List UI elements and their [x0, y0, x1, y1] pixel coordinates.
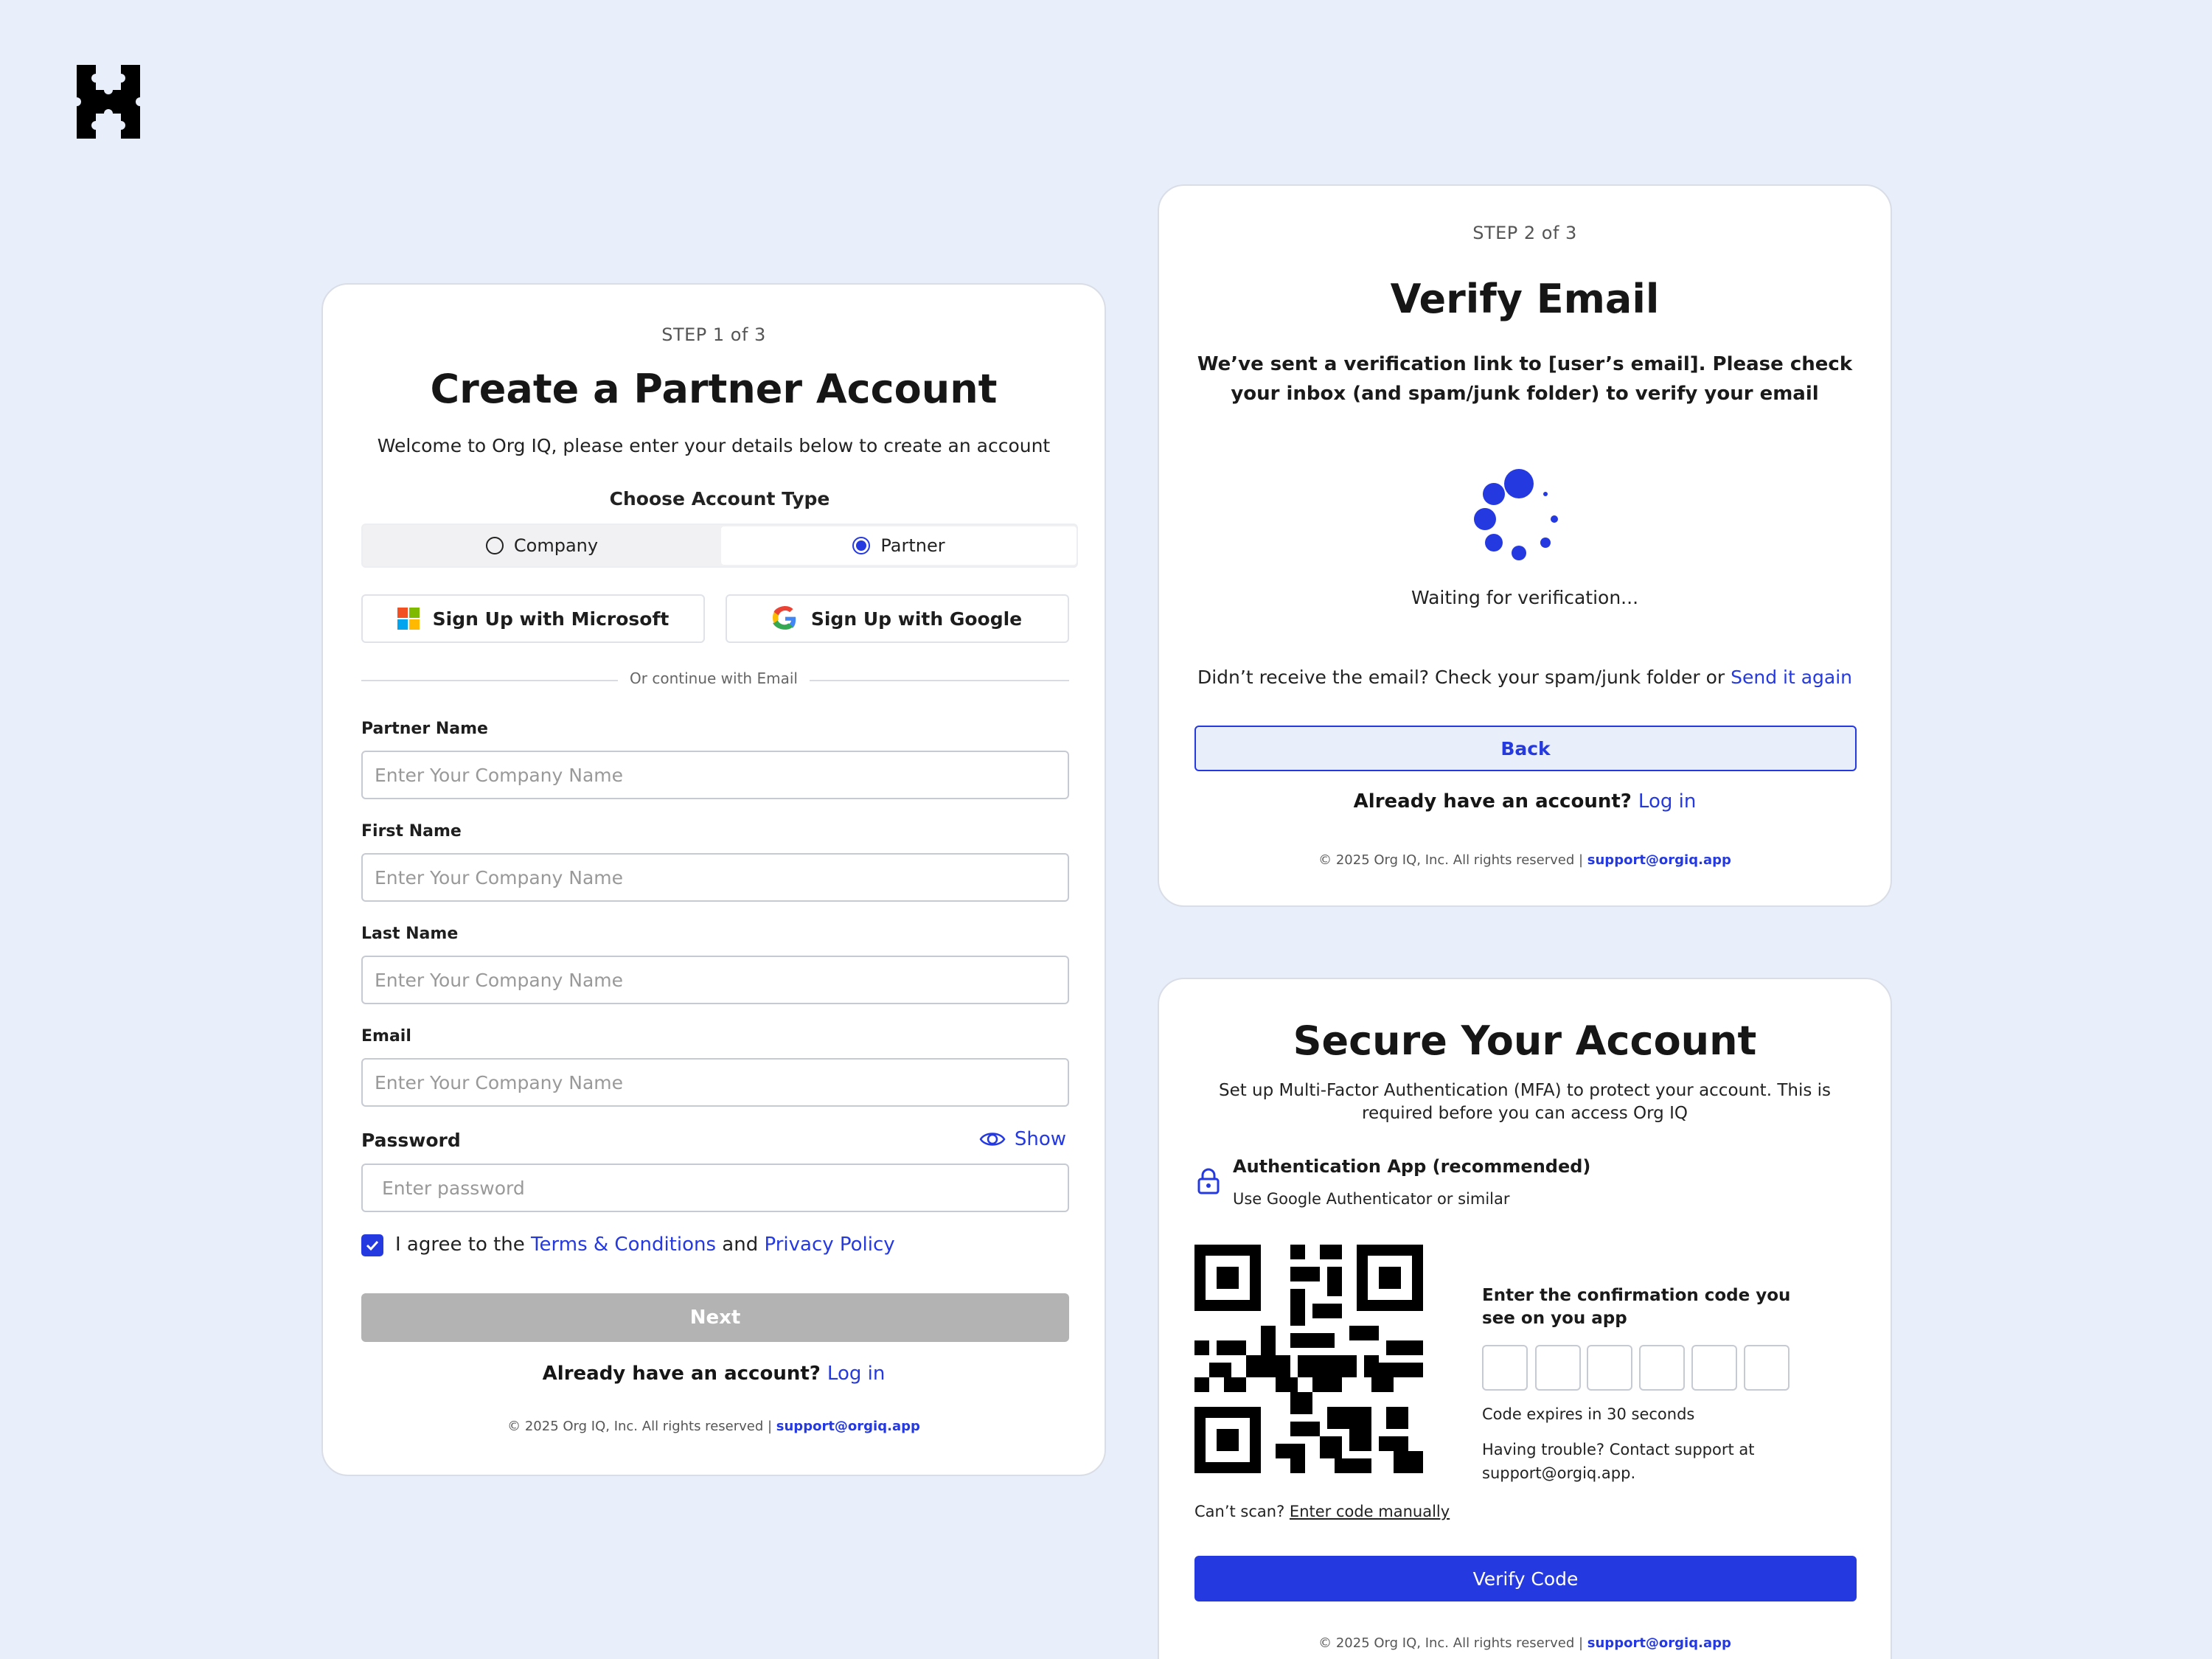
mfa-subtitle: Set up Multi-Factor Authentication (MFA)… — [1218, 1081, 1832, 1123]
partner-name-input[interactable]: Enter Your Company Name — [361, 751, 1069, 799]
footer: © 2025 Org IQ, Inc. All rights reserved … — [323, 1419, 1105, 1434]
auth-app-desc: Use Google Authenticator or similar — [1233, 1190, 1510, 1208]
send-again-link[interactable]: Send it again — [1731, 667, 1852, 688]
page-title: Create a Partner Account — [430, 366, 998, 412]
footer-copyright: © 2025 Org IQ, Inc. All rights reserved … — [507, 1419, 776, 1434]
code-digit-4[interactable] — [1639, 1345, 1685, 1391]
next-button-label: Next — [689, 1307, 741, 1329]
footer: © 2025 Org IQ, Inc. All rights reserved … — [1159, 1635, 1891, 1651]
account-type-toggle: Company Partner — [361, 524, 1078, 568]
sign-up-google-label: Sign Up with Google — [810, 608, 1023, 630]
login-prompt-text: Already have an account? — [1353, 790, 1632, 813]
terms-link[interactable]: Terms & Conditions — [531, 1234, 716, 1256]
step-indicator: STEP 2 of 3 — [1472, 223, 1577, 243]
mfa-title: Secure Your Account — [1293, 1018, 1757, 1064]
step-indicator: STEP 1 of 3 — [661, 324, 766, 345]
first-name-input[interactable]: Enter Your Company Name — [361, 853, 1069, 902]
support-email-link[interactable]: support@orgiq.app — [776, 1419, 920, 1434]
sign-up-google-button[interactable]: Sign Up with Google — [726, 594, 1069, 643]
password-show-toggle[interactable]: Show — [979, 1128, 1066, 1150]
sign-up-microsoft-button[interactable]: Sign Up with Microsoft — [361, 594, 705, 643]
password-placeholder: Enter password — [382, 1177, 525, 1199]
login-prompt: Already have an account? Log in — [323, 1363, 1105, 1385]
password-label: Password — [361, 1130, 461, 1151]
agree-checkbox[interactable] — [361, 1234, 383, 1256]
resend-text: Didn’t receive the email? Check your spa… — [1159, 667, 1891, 688]
agree-and: and — [716, 1234, 765, 1256]
partner-name-placeholder: Enter Your Company Name — [375, 764, 623, 786]
footer-copyright: © 2025 Org IQ, Inc. All rights reserved … — [1318, 1635, 1587, 1651]
password-show-label: Show — [1014, 1128, 1066, 1150]
verify-title: Verify Email — [1390, 276, 1660, 322]
page-subtitle: Welcome to Org IQ, please enter your det… — [377, 435, 1051, 456]
verify-code-button[interactable]: Verify Code — [1194, 1556, 1857, 1601]
back-button-label: Back — [1500, 737, 1551, 759]
code-prompt: Enter the confirmation code you see on y… — [1482, 1286, 1791, 1328]
auth-app-title: Authentication App (recommended) — [1233, 1156, 1591, 1177]
last-name-label: Last Name — [361, 925, 459, 943]
checkmark-icon — [366, 1240, 379, 1251]
verify-code-label: Verify Code — [1472, 1568, 1579, 1590]
divider: Or continue with Email — [323, 669, 1105, 687]
agree-text: I agree to the Terms & Conditions and Pr… — [395, 1234, 895, 1256]
account-type-label: Choose Account Type — [609, 488, 830, 509]
cant-scan-prefix: Can’t scan? — [1194, 1503, 1290, 1520]
code-digit-3[interactable] — [1587, 1345, 1632, 1391]
privacy-link[interactable]: Privacy Policy — [765, 1234, 895, 1256]
account-type-partner[interactable]: Partner — [721, 526, 1077, 565]
footer-copyright: © 2025 Org IQ, Inc. All rights reserved … — [1318, 852, 1587, 868]
login-link[interactable]: Log in — [827, 1363, 885, 1385]
last-name-placeholder: Enter Your Company Name — [375, 969, 623, 991]
account-type-company-label: Company — [513, 535, 599, 556]
support-email-link[interactable]: support@orgiq.app — [1587, 852, 1731, 868]
enter-code-manually-link[interactable]: Enter code manually — [1290, 1503, 1450, 1520]
partner-name-label: Partner Name — [361, 720, 488, 738]
login-link[interactable]: Log in — [1638, 790, 1696, 813]
login-prompt: Already have an account? Log in — [1159, 790, 1891, 813]
radio-unchecked-icon — [485, 537, 504, 554]
secure-account-card: Secure Your Account Set up Multi-Factor … — [1158, 978, 1892, 1659]
loading-spinner-icon — [1474, 469, 1558, 560]
account-type-company[interactable]: Company — [364, 526, 720, 565]
code-digit-6[interactable] — [1744, 1345, 1790, 1391]
last-name-input[interactable]: Enter Your Company Name — [361, 956, 1069, 1004]
verify-message: We’ve sent a verification link to [user’… — [1197, 353, 1853, 405]
agree-prefix: I agree to the — [395, 1234, 532, 1256]
lock-icon — [1197, 1168, 1220, 1194]
email-input[interactable]: Enter Your Company Name — [361, 1058, 1069, 1107]
divider-text: Or continue with Email — [618, 669, 810, 687]
support-email-link[interactable]: support@orgiq.app — [1587, 1635, 1731, 1651]
email-label: Email — [361, 1027, 411, 1046]
eye-icon — [979, 1133, 1006, 1146]
waiting-text: Waiting for verification... — [1411, 587, 1639, 608]
signup-card: STEP 1 of 3 Create a Partner Account Wel… — [321, 283, 1106, 1476]
password-input[interactable]: Enter password — [361, 1164, 1069, 1212]
code-expiry: Code expires in 30 seconds — [1482, 1405, 1695, 1423]
code-digit-2[interactable] — [1535, 1345, 1581, 1391]
account-type-partner-label: Partner — [880, 535, 945, 556]
castle-puzzle-logo-icon — [77, 65, 140, 139]
first-name-label: First Name — [361, 822, 462, 841]
code-digit-5[interactable] — [1691, 1345, 1737, 1391]
back-button[interactable]: Back — [1194, 726, 1857, 771]
login-prompt-text: Already have an account? — [542, 1363, 821, 1385]
radio-checked-icon — [852, 537, 871, 554]
next-button[interactable]: Next — [361, 1293, 1069, 1342]
resend-prefix: Didn’t receive the email? Check your spa… — [1197, 667, 1731, 688]
qr-code-image — [1194, 1245, 1423, 1473]
sign-up-microsoft-label: Sign Up with Microsoft — [432, 608, 669, 630]
code-digit-1[interactable] — [1482, 1345, 1528, 1391]
email-placeholder: Enter Your Company Name — [375, 1071, 623, 1093]
microsoft-logo-icon — [397, 608, 420, 630]
first-name-placeholder: Enter Your Company Name — [375, 866, 623, 888]
cant-scan-text: Can’t scan? Enter code manually — [1194, 1500, 1450, 1523]
footer: © 2025 Org IQ, Inc. All rights reserved … — [1159, 852, 1891, 868]
google-logo-icon — [772, 606, 796, 630]
support-note: Having trouble? Contact support at suppo… — [1482, 1441, 1755, 1482]
verify-email-card: STEP 2 of 3 Verify Email We’ve sent a ve… — [1158, 184, 1892, 907]
